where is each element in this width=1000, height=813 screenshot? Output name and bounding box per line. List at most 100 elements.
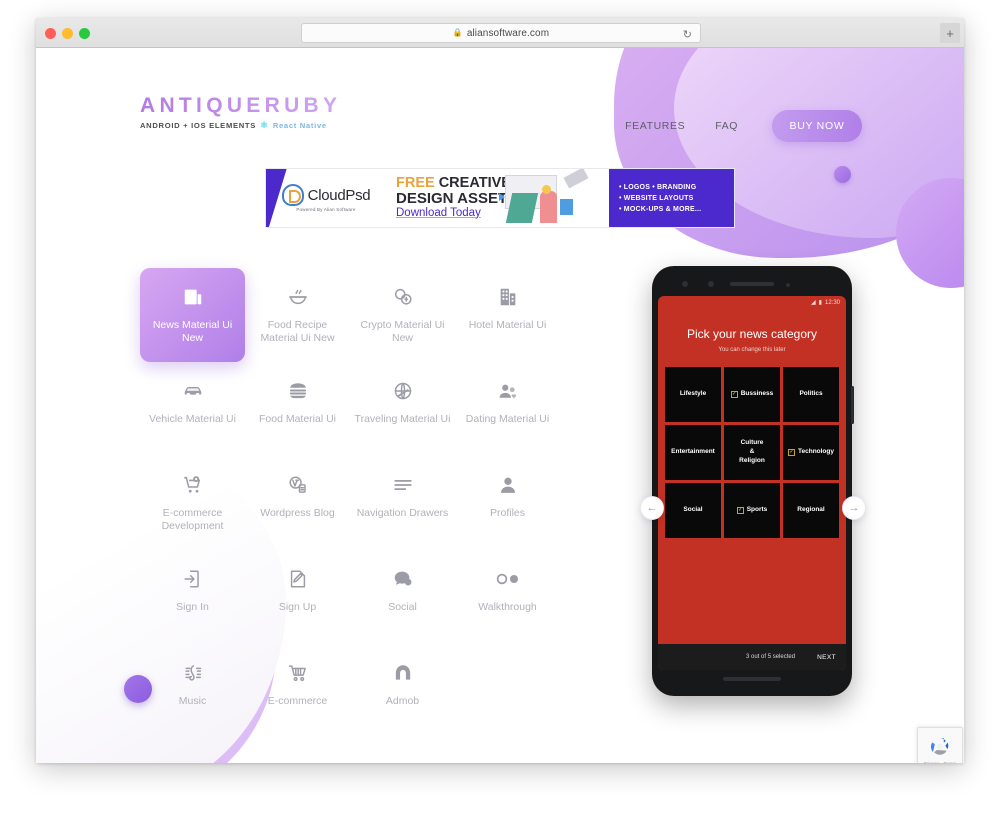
banner-art-head [542,185,551,194]
brand-title: ANTIQUERUBY [140,94,342,117]
grid-item-food-recipe-material-ui-new[interactable]: Food Recipe Material Ui New [245,268,350,362]
new-tab-button[interactable]: + [940,23,960,43]
grid-item-hotel-material-ui[interactable]: Hotel Material Ui [455,268,560,362]
category-grid: Lifestyle ✓ Bussiness Politics Entertainment… [665,367,839,538]
grid-item-label: Walkthrough [478,601,537,613]
category-tile[interactable]: Culture & Religion [724,425,780,480]
browser-chrome: 🔒 aliansoftware.com ↻ + [36,18,964,48]
grid-item-traveling-material-ui[interactable]: Traveling Material Ui [350,362,455,456]
check-icon: ✓ [736,507,744,514]
home-indicator [723,677,781,681]
grid-item-navigation-drawers[interactable]: Navigation Drawers [350,456,455,550]
reload-icon[interactable]: ↻ [683,28,692,41]
buy-now-button[interactable]: BUY NOW [772,110,862,142]
category-label: Regional [797,506,825,514]
music-clef-icon [182,660,204,686]
category-tile[interactable]: Lifestyle [665,367,721,422]
soup-bowl-icon [287,284,309,310]
crypto-coins-icon [392,284,414,310]
grid-item-label: Wordpress Blog [260,507,335,519]
category-label: Technology [798,448,834,456]
grid-item-sign-in[interactable]: Sign In [140,550,245,644]
category-tile[interactable]: Regional [783,483,839,538]
grid-item-e-commerce[interactable]: E-commerce [245,644,350,738]
camera-icon [682,281,688,287]
status-time: 12:30 [824,299,840,306]
grid-item-food-material-ui[interactable]: Food Material Ui [245,362,350,456]
shopping-cart-icon [287,660,309,686]
selected-count-label: 3 out of 5 selected [746,654,796,660]
phone-screen-footer: 3 out of 5 selected NEXT [658,644,846,670]
recaptcha-badge[interactable]: Privacy - Terms [917,727,963,763]
browser-window: 🔒 aliansoftware.com ↻ + ANTIQUERUBY ANDR… [36,18,964,763]
couple-heart-icon [497,378,519,404]
brand-subtitle-row: ANDROID + IOS ELEMENTS ⚛ React Native [140,121,341,131]
banner-art-person-teal [505,193,539,223]
cloud-icon [281,184,304,206]
grid-item-vehicle-material-ui[interactable]: Vehicle Material Ui [140,362,245,456]
grid-item-e-commerce-development[interactable]: E-commerce Development [140,456,245,550]
phone-screen: ◢ ▮ 12:30 Pick your news category You ca… [658,296,846,670]
category-tile[interactable]: ✓ Technology [783,425,839,480]
category-label: Social [683,506,703,514]
main-navigation: FEATURES FAQ BUY NOW [625,110,862,142]
building-icon [497,284,519,310]
grid-item-crypto-material-ui-new[interactable]: Crypto Material Ui New [350,268,455,362]
grid-item-label: Food Recipe Material Ui New [260,319,335,345]
category-tile[interactable]: Social [665,483,721,538]
phone-status-bar: ◢ ▮ 12:30 [658,296,846,309]
arrow-right-icon[interactable]: → [842,496,866,520]
grid-item-music[interactable]: Music [140,644,245,738]
address-bar[interactable]: 🔒 aliansoftware.com ↻ [301,23,701,43]
grid-item-walkthrough[interactable]: Walkthrough [455,550,560,644]
grid-item-label: Social [388,601,417,613]
banner-brand-sub: Powered By Alian Software [296,207,356,212]
grid-item-social[interactable]: Social [350,550,455,644]
burger-icon [287,378,309,404]
grid-item-label: Dating Material Ui [465,413,550,425]
close-window-button[interactable] [45,28,56,39]
category-tile[interactable]: Entertainment [665,425,721,480]
category-label: Politics [799,390,823,398]
newspaper-icon [182,284,204,310]
grid-item-label: Hotel Material Ui [468,319,547,331]
signal-icon: ◢ [811,299,816,306]
next-button[interactable]: NEXT [817,654,836,661]
grid-item-dating-material-ui[interactable]: Dating Material Ui [455,362,560,456]
arrow-left-icon[interactable]: ← [640,496,664,520]
minimize-window-button[interactable] [62,28,73,39]
chat-bubble-icon [392,566,414,592]
grid-item-label: News Material Ui New [152,319,233,345]
phone-power-button [851,386,854,424]
grid-item-label: Music [178,695,207,707]
grid-item-label: Navigation Drawers [356,507,449,519]
banner-bullets-block: • LOGOS • BRANDING • WEBSITE LAYOUTS • M… [609,169,734,227]
cloudpsd-logo: CloudPsd [281,184,371,206]
category-tile[interactable]: Politics [783,367,839,422]
cart-gear-icon [182,472,204,498]
grid-item-admob[interactable]: Admob [350,644,455,738]
banner-advertisement[interactable]: CloudPsd Powered By Alian Software FREE … [265,168,735,228]
category-tile[interactable]: ✓ Sports [724,483,780,538]
category-label: Entertainment [671,448,715,456]
grid-item-profiles[interactable]: Profiles [455,456,560,550]
category-label: Culture & Religion [739,439,765,464]
grid-item-label: Vehicle Material Ui [149,413,236,425]
sign-in-icon [182,566,204,592]
sign-up-pencil-icon [287,566,309,592]
grid-item-news-material-ui-new[interactable]: News Material Ui New [140,268,245,362]
category-tile[interactable]: ✓ Bussiness [724,367,780,422]
camera-icon [708,281,714,287]
brand-logo[interactable]: ANTIQUERUBY ANDROID + IOS ELEMENTS ⚛ Rea… [140,94,341,130]
nav-faq[interactable]: FAQ [715,120,738,132]
nav-features[interactable]: FEATURES [625,120,685,132]
speaker-grille [730,282,774,286]
banner-brand-block: CloudPsd Powered By Alian Software [266,169,386,227]
window-traffic-lights[interactable] [45,28,90,39]
phone-mockup: ◢ ▮ 12:30 Pick your news category You ca… [652,266,854,696]
recaptcha-text: Privacy - Terms [923,760,957,764]
maximize-window-button[interactable] [79,28,90,39]
brand-subtitle: ANDROID + IOS ELEMENTS [140,121,257,130]
grid-item-wordpress-blog[interactable]: Wordpress Blog [245,456,350,550]
grid-item-sign-up[interactable]: Sign Up [245,550,350,644]
